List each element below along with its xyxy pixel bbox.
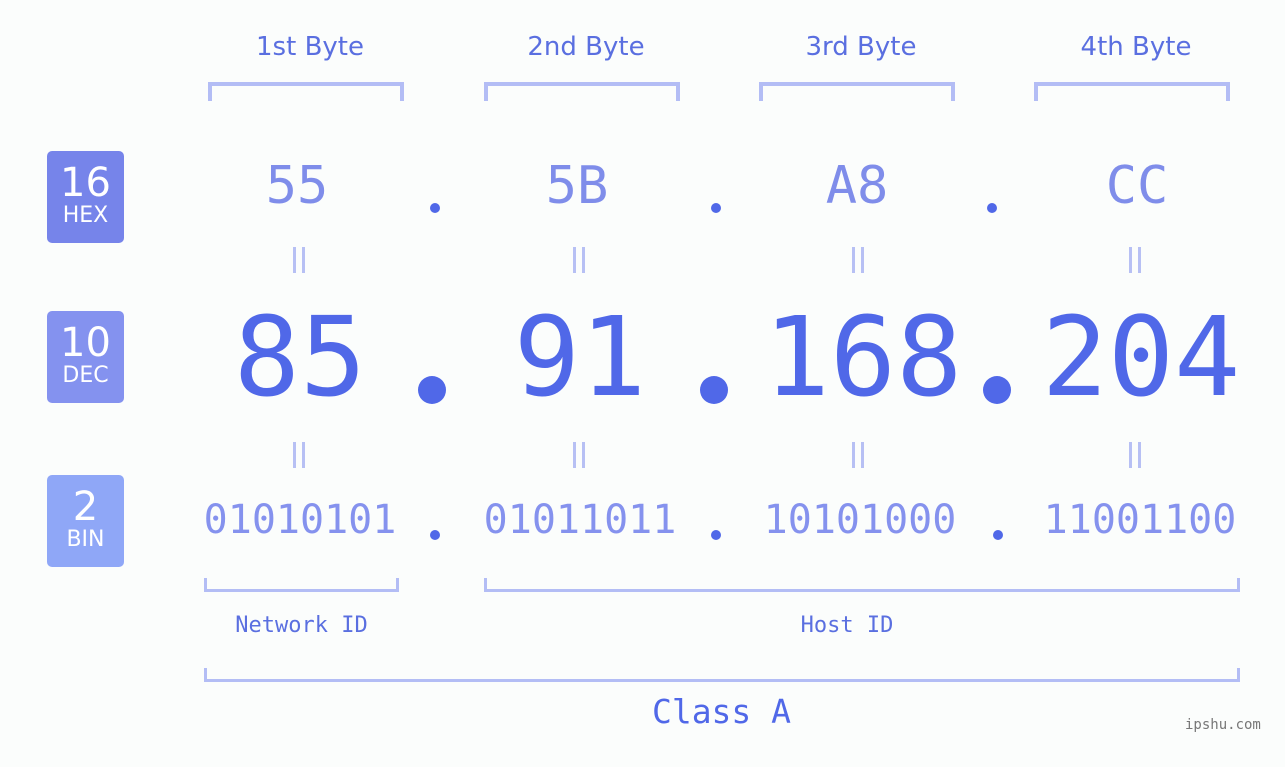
hex-separator-dot [987, 203, 997, 213]
dec-byte-4: 204 [1041, 293, 1241, 421]
dec-separator-dot [418, 376, 446, 404]
watermark: ipshu.com [1185, 717, 1261, 733]
equals-icon [1129, 247, 1141, 273]
hex-byte-4: CC [1105, 156, 1169, 216]
equals-icon [1129, 442, 1141, 468]
ip-class-label: Class A [651, 692, 792, 731]
hex-byte-3: A8 [825, 156, 889, 216]
hex-base-number: 16 [60, 160, 111, 206]
class-bracket [204, 668, 1240, 682]
dec-byte-2: 91 [513, 293, 647, 421]
network-id-bracket [204, 578, 399, 592]
dec-byte-3: 168 [763, 293, 963, 421]
equals-icon [293, 442, 305, 468]
dec-separator-dot [983, 376, 1011, 404]
equals-icon [293, 247, 305, 273]
host-id-bracket [484, 578, 1240, 592]
byte-header-4: 4th Byte [1080, 32, 1192, 62]
bin-byte-3: 10101000 [763, 497, 957, 543]
bin-separator-dot [993, 530, 1003, 540]
host-id-label: Host ID [800, 613, 894, 638]
bin-byte-1: 01010101 [203, 497, 397, 543]
hex-separator-dot [430, 203, 440, 213]
dec-base-label: DEC [62, 363, 109, 388]
bin-separator-dot [430, 530, 440, 540]
dec-base-number: 10 [60, 320, 111, 366]
hex-byte-1: 55 [265, 156, 329, 216]
hex-base-label: HEX [62, 203, 109, 228]
equals-icon [852, 247, 864, 273]
byte-bracket-4 [1034, 82, 1230, 101]
equals-icon [573, 247, 585, 273]
equals-icon [573, 442, 585, 468]
dec-badge: 10 DEC [47, 311, 124, 403]
bin-byte-4: 11001100 [1043, 497, 1237, 543]
byte-header-1: 1st Byte [256, 32, 364, 62]
hex-byte-2: 5B [545, 156, 609, 216]
byte-bracket-1 [208, 82, 404, 101]
byte-header-3: 3rd Byte [805, 32, 917, 62]
dec-separator-dot [700, 376, 728, 404]
bin-badge: 2 BIN [47, 475, 124, 567]
bin-base-label: BIN [66, 527, 105, 552]
byte-header-2: 2nd Byte [527, 32, 645, 62]
bin-base-number: 2 [72, 484, 99, 530]
equals-icon [852, 442, 864, 468]
byte-bracket-2 [484, 82, 680, 101]
bin-byte-2: 01011011 [483, 497, 677, 543]
hex-separator-dot [711, 203, 721, 213]
bin-separator-dot [711, 530, 721, 540]
network-id-label: Network ID [235, 613, 368, 638]
byte-bracket-3 [759, 82, 955, 101]
hex-badge: 16 HEX [47, 151, 124, 243]
dec-byte-1: 85 [233, 293, 367, 421]
